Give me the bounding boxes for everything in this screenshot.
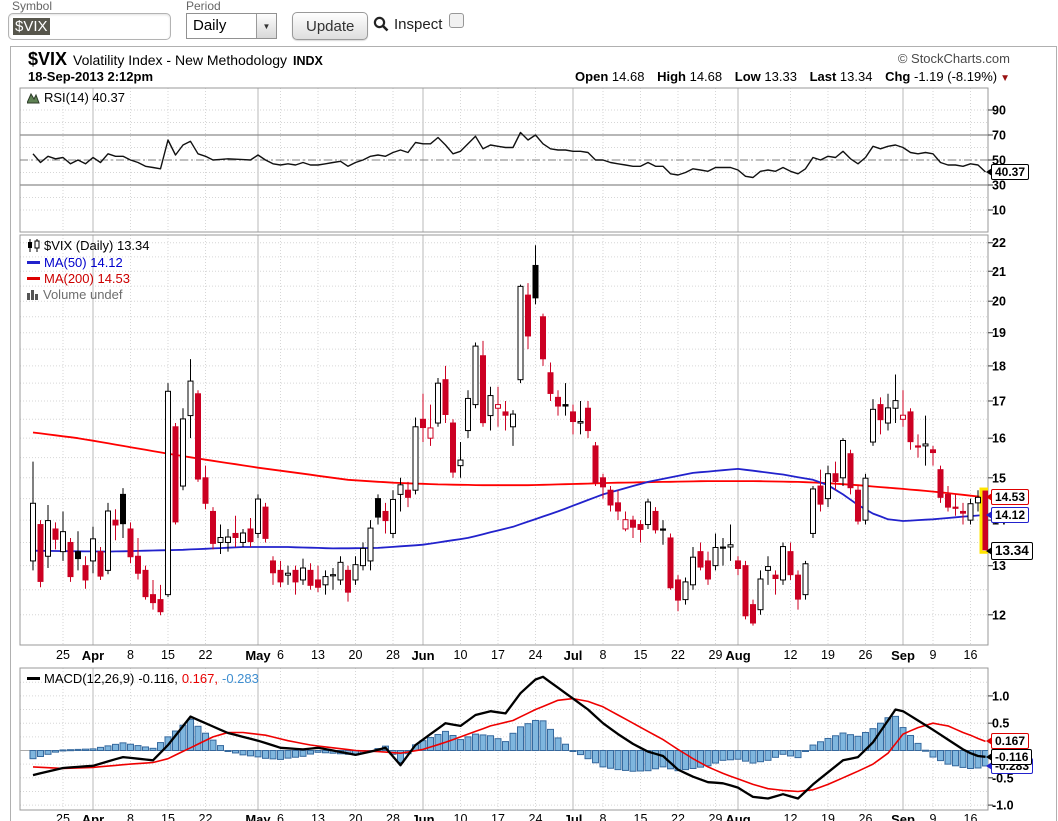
chg-value: -1.19 (-8.19%)	[914, 69, 998, 84]
ma200-legend: MA(200) 14.53	[27, 271, 130, 286]
candlestick-icon	[28, 239, 40, 252]
update-button[interactable]: Update	[292, 12, 369, 40]
x-axis-labels: 25 Apr 8 15 22 May 6 13 20 28 Jun 10 17 24 Jul 8 15 22 29 A…	[0, 648, 1058, 665]
macd-signal-callout: 0.167	[991, 733, 1030, 749]
macd-legend: MACD(12,26,9) -0.116, 0.167, -0.283	[27, 671, 259, 686]
quote-line: Open 14.68 High 14.68 Low 13.33 Last 13.…	[575, 69, 1010, 84]
svg-text:22: 22	[992, 236, 1006, 250]
symbol-label: Symbol	[12, 0, 53, 13]
svg-text:18: 18	[992, 359, 1006, 373]
x-tick-month: Aug	[725, 812, 751, 821]
area-chart-icon	[27, 92, 40, 103]
inspect-checkbox[interactable]	[449, 13, 464, 28]
candlesticks	[30, 245, 988, 626]
volume-legend-label: Volume undef	[43, 287, 123, 302]
macd-line-icon	[27, 677, 40, 680]
down-triangle-icon: ▼	[1000, 73, 1010, 84]
period-label: Period	[186, 0, 221, 13]
title-exchange: INDX	[293, 54, 323, 68]
price-legend-label: $VIX (Daily) 13.34	[44, 238, 150, 253]
period-select[interactable]: Daily ▼	[186, 13, 277, 39]
rsi-callout: 40.37	[991, 164, 1030, 180]
chart-title: $VIX Volatility Index - New Methodology IN…	[28, 49, 323, 70]
svg-text:-1.0: -1.0	[992, 799, 1014, 813]
high-label: High	[657, 69, 686, 84]
bar-chart-icon	[27, 290, 38, 300]
svg-text:0.5: 0.5	[992, 717, 1009, 731]
chart-canvas: 103050709012131415161718192021221.00.5-0…	[10, 46, 1057, 821]
title-symbol: $VIX	[28, 49, 68, 69]
last-value: 13.34	[839, 69, 873, 84]
open-label: Open	[575, 69, 609, 84]
last-price-callout: 13.34	[991, 542, 1033, 560]
ma50-legend-label: MA(50) 14.12	[44, 255, 123, 270]
svg-text:15: 15	[992, 471, 1006, 485]
ma50-callout: 14.12	[991, 507, 1030, 523]
svg-text:10: 10	[992, 204, 1006, 218]
svg-text:1.0: 1.0	[992, 689, 1009, 703]
svg-text:16: 16	[992, 432, 1006, 446]
macd-hist-value: -0.283	[221, 671, 259, 686]
symbol-input-value: $VIX	[13, 18, 50, 35]
price-legend: $VIX (Daily) 13.34	[27, 238, 150, 253]
svg-text:13: 13	[992, 559, 1006, 573]
svg-text:17: 17	[992, 394, 1006, 408]
svg-text:30: 30	[992, 179, 1006, 193]
ma50-legend: MA(50) 14.12	[27, 255, 123, 270]
ma50-line-icon	[27, 261, 40, 264]
macd-histogram	[20, 715, 988, 772]
macd-x-axis-labels-clipped: 25 Apr 8 15 22 May 6 13 20 28 Jun 10 17 24 Jul 8 15 22 29 A…	[0, 812, 1058, 821]
ma200-callout: 14.53	[991, 489, 1030, 505]
x-tick-day: 16	[963, 648, 978, 662]
macd-value-callout: -0.116	[991, 749, 1033, 765]
x-tick-day: 16	[963, 812, 978, 821]
stockcharts-page: 103050709012131415161718192021221.00.5-0…	[0, 0, 1058, 821]
ma200-legend-label: MA(200) 14.53	[44, 271, 130, 286]
svg-text:20: 20	[992, 295, 1006, 309]
period-select-value: Daily	[193, 17, 227, 34]
macd-legend-name: MACD(12,26,9)	[44, 671, 135, 686]
rsi-legend: RSI(14) 40.37	[27, 90, 125, 105]
chg-label: Chg	[885, 69, 911, 84]
macd-signal-value: 0.167,	[181, 671, 218, 686]
rsi-legend-label: RSI(14) 40.37	[44, 90, 125, 105]
chart-timestamp: 18-Sep-2013 2:12pm	[28, 69, 154, 84]
high-value: 14.68	[689, 69, 723, 84]
svg-text:12: 12	[992, 608, 1006, 622]
magnifier-icon	[373, 16, 389, 32]
open-value: 14.68	[611, 69, 645, 84]
x-tick-month: Aug	[725, 648, 751, 663]
x-tick-day: 22	[198, 812, 213, 821]
symbol-input[interactable]: $VIX	[8, 13, 171, 40]
svg-text:70: 70	[992, 129, 1006, 143]
update-button-label: Update	[306, 17, 355, 35]
x-tick-day: 22	[198, 648, 213, 662]
ma200-line-icon	[27, 277, 40, 280]
last-label: Last	[809, 69, 837, 84]
inspect-label: Inspect	[394, 16, 443, 33]
low-label: Low	[734, 69, 761, 84]
low-value: 13.33	[764, 69, 797, 84]
copyright: © StockCharts.com	[897, 51, 1010, 66]
title-name: Volatility Index - New Methodology	[73, 52, 288, 68]
svg-text:19: 19	[992, 326, 1006, 340]
macd-value: -0.116,	[138, 671, 178, 686]
svg-text:21: 21	[992, 265, 1006, 279]
svg-text:90: 90	[992, 104, 1006, 118]
chevron-down-icon[interactable]: ▼	[256, 14, 276, 38]
volume-legend: Volume undef	[27, 287, 123, 302]
